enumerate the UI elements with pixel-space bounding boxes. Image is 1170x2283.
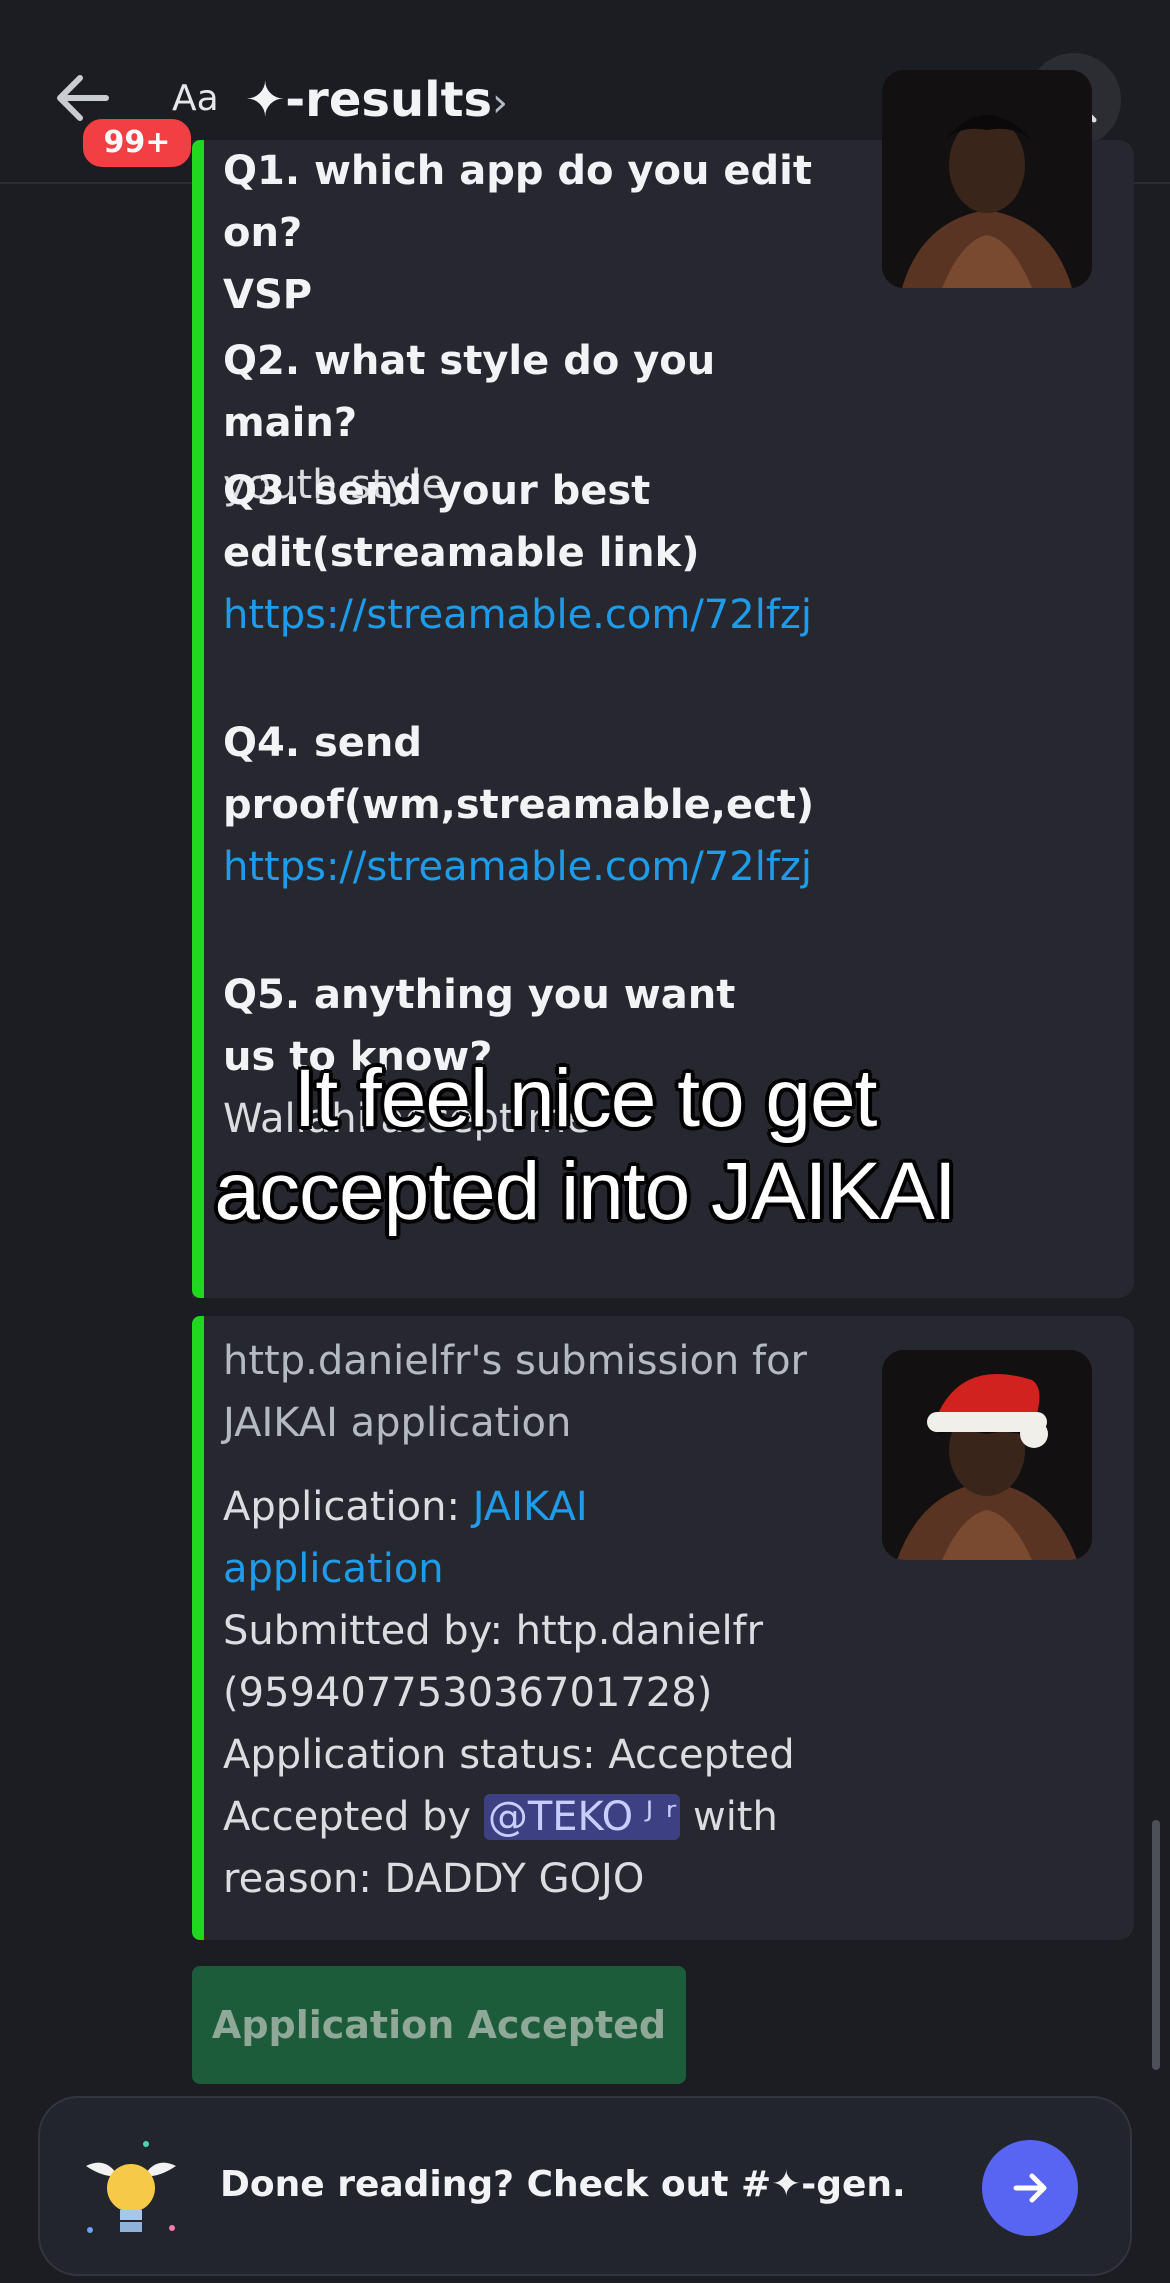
submission-result-embed: http.danielfr's submission for JAIKAI ap… xyxy=(192,1316,1134,1940)
accepted-by-field: Accepted by @TEKO ᴶ ʳ with reason: DADDY… xyxy=(223,1786,1083,1910)
question-4: Q4. send proof(wm,streamable,ect) https:… xyxy=(223,712,843,898)
question-3: Q3. send your best edit(streamable link)… xyxy=(223,460,843,646)
scrollbar[interactable] xyxy=(1152,1820,1160,2070)
channel-title[interactable]: ✦-results xyxy=(245,72,492,128)
embed-accent-bar xyxy=(192,1316,204,1940)
next-channel-suggestion[interactable]: Done reading? Check out #✦-gen. xyxy=(38,2096,1132,2276)
arrow-right-icon xyxy=(1013,2173,1047,2203)
go-to-channel-button[interactable] xyxy=(982,2140,1078,2236)
application-label: Application: xyxy=(223,1484,473,1530)
question-4-label-cont: proof(wm,streamable,ect) xyxy=(223,782,815,828)
question-3-label: Q3. send your best xyxy=(223,468,651,514)
accepted-by-suffix: with xyxy=(680,1794,778,1840)
application-link-cont[interactable]: application xyxy=(223,1546,444,1592)
caption-line-2: accepted into JAIKAI xyxy=(214,1146,956,1237)
submitted-by-line1: Submitted by: http.danielfr xyxy=(223,1608,764,1654)
application-accepted-button[interactable]: Application Accepted xyxy=(192,1966,686,2084)
user-mention[interactable]: @TEKO ᴶ ʳ xyxy=(483,1794,681,1840)
submission-title-line1: http.danielfr's submission for xyxy=(223,1338,807,1384)
unread-badge: 99+ xyxy=(78,114,196,172)
application-field: Application: JAIKAI application xyxy=(223,1476,1083,1600)
next-channel-text: Done reading? Check out #✦-gen. xyxy=(220,2164,906,2205)
question-4-label: Q4. send xyxy=(223,720,423,766)
question-1-label: Q1. which app do you edit on? xyxy=(223,148,812,256)
submitted-by-line2: (959407753036701728) xyxy=(223,1670,713,1716)
application-link[interactable]: JAIKAI xyxy=(473,1484,588,1530)
question-2-label: Q2. what style do you main? xyxy=(223,338,716,446)
avatar-thumbnail xyxy=(882,70,1092,288)
submission-title: http.danielfr's submission for JAIKAI ap… xyxy=(223,1330,863,1454)
caption-line-1: It feel nice to get xyxy=(293,1053,878,1144)
submission-title-line2: JAIKAI application xyxy=(223,1400,572,1446)
submitted-by-field: Submitted by: http.danielfr (95940775303… xyxy=(223,1600,1083,1724)
text-channel-aa-icon: Aa xyxy=(172,78,219,119)
question-1: Q1. which app do you edit on? VSP xyxy=(223,140,843,326)
chevron-right-icon[interactable]: › xyxy=(492,80,508,126)
question-1-answer: VSP xyxy=(223,272,313,318)
question-4-link[interactable]: https://streamable.com/72lfzj xyxy=(223,844,812,890)
question-3-label-cont: edit(streamable link) xyxy=(223,530,700,576)
question-3-link[interactable]: https://streamable.com/72lfzj xyxy=(223,592,812,638)
lightbulb-wings-icon xyxy=(76,2136,186,2250)
reason-text: reason: DADDY GOJO xyxy=(223,1856,645,1902)
accepted-by-prefix: Accepted by xyxy=(223,1794,484,1840)
status-field: Application status: Accepted xyxy=(223,1732,795,1778)
